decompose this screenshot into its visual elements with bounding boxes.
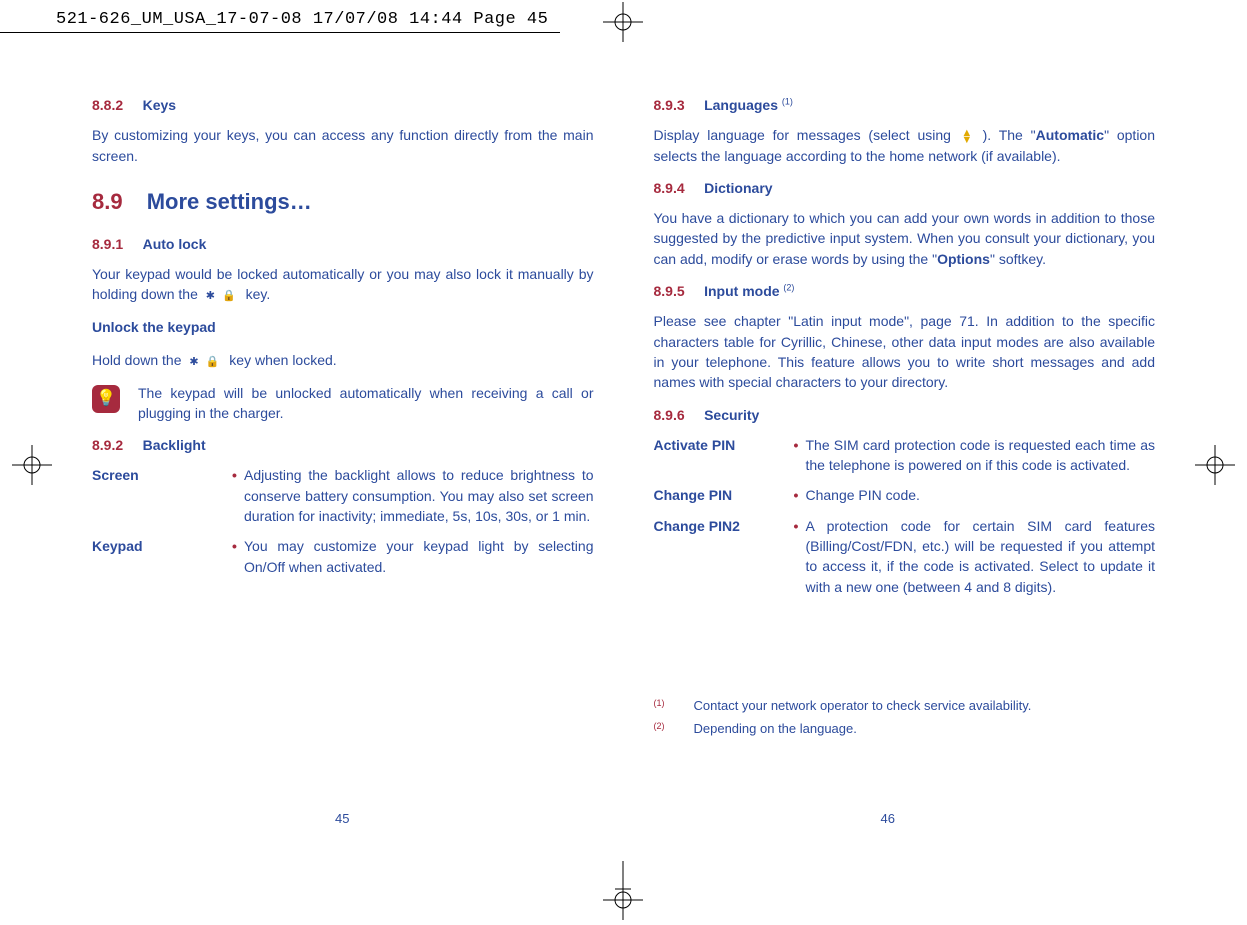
section-number: 8.9.1 [92,236,123,252]
para-unlock: Hold down the ✱ 🔒 key when locked. [92,350,594,371]
footnote-1: (1) Contact your network operator to che… [654,697,1156,716]
text-fragment: " softkey. [990,251,1046,267]
section-title: Security [704,407,759,423]
text-fragment: Display language for messages (select us… [654,127,959,143]
registration-mark-left [12,445,52,485]
page-number-right: 46 [881,811,895,826]
para-inputmode: Please see chapter "Latin input mode", p… [654,311,1156,392]
heading-8-9-4: 8.9.4 Dictionary [654,178,1156,198]
up-down-nav-icon: ▲▼ [961,130,973,144]
text-fragment: key when locked. [229,352,336,368]
section-number: 8.9.2 [92,437,123,453]
section-number: 8.9 [92,189,123,214]
right-column: 8.9.3 Languages (1) Display language for… [654,85,1156,862]
registration-mark-right [1195,445,1235,485]
def-desc: You may customize your keypad light by s… [232,536,594,577]
section-title: Auto lock [143,236,207,252]
heading-8-9: 8.9 More settings… [92,186,594,218]
registration-mark-top [603,2,643,42]
section-number: 8.9.3 [654,97,685,113]
print-header-rule [0,32,560,33]
note-text: The keypad will be unlocked automaticall… [138,383,594,424]
section-number: 8.9.5 [654,283,685,299]
section-number: 8.8.2 [92,97,123,113]
section-title: Input mode [704,283,783,299]
def-desc: Change PIN code. [794,485,1156,505]
section-title: Languages [704,97,782,113]
text-fragment: ). The " [983,127,1036,143]
footnote-ref: (2) [783,282,794,292]
def-keypad: Keypad You may customize your keypad lig… [92,536,594,577]
section-title: Backlight [143,437,206,453]
def-term: Activate PIN [654,435,794,476]
text-fragment: Your keypad would be locked automaticall… [92,266,594,302]
print-header: 521-626_UM_USA_17-07-08 17/07/08 14:44 P… [56,10,548,29]
emphasis-options: Options [937,251,990,267]
fold-crosshair-icon [615,861,631,917]
page-number-left: 45 [335,811,349,826]
two-column-layout: 8.8.2 Keys By customizing your keys, you… [92,85,1155,862]
def-activate-pin: Activate PIN The SIM card protection cod… [654,435,1156,476]
para-dictionary: You have a dictionary to which you can a… [654,208,1156,269]
text-fragment: key. [246,286,271,302]
para-keys: By customizing your keys, you can access… [92,125,594,166]
def-term: Change PIN [654,485,794,505]
def-term: Keypad [92,536,232,577]
note-row: 💡 The keypad will be unlocked automatica… [92,383,594,424]
def-change-pin: Change PIN Change PIN code. [654,485,1156,505]
footnote-text: Depending on the language. [694,720,857,739]
def-term: Change PIN2 [654,516,794,597]
def-screen: Screen Adjusting the backlight allows to… [92,465,594,526]
emphasis-automatic: Automatic [1036,127,1104,143]
footnote-ref: (1) [782,96,793,106]
heading-8-9-2: 8.9.2 Backlight [92,435,594,455]
footnote-text: Contact your network operator to check s… [694,697,1032,716]
footnote-mark: (2) [654,720,672,739]
star-lock-key-icon: ✱ 🔒 [202,289,242,305]
heading-8-9-3: 8.9.3 Languages (1) [654,95,1156,115]
def-desc: The SIM card protection code is requeste… [794,435,1156,476]
def-term: Screen [92,465,232,526]
text-fragment: You have a dictionary to which you can a… [654,210,1156,267]
heading-8-8-2: 8.8.2 Keys [92,95,594,115]
lightbulb-icon: 💡 [92,385,120,413]
left-column: 8.8.2 Keys By customizing your keys, you… [92,85,594,862]
para-autolock: Your keypad would be locked automaticall… [92,264,594,305]
para-languages: Display language for messages (select us… [654,125,1156,166]
star-lock-key-icon: ✱ 🔒 [185,355,225,371]
footnotes: (1) Contact your network operator to che… [654,697,1156,739]
text-fragment: Hold down the [92,352,185,368]
section-title: Dictionary [704,180,772,196]
heading-8-9-5: 8.9.5 Input mode (2) [654,281,1156,301]
subheading-unlock: Unlock the keypad [92,317,594,337]
section-number: 8.9.6 [654,407,685,423]
footnote-2: (2) Depending on the language. [654,720,1156,739]
section-title: More settings… [147,189,312,214]
heading-8-9-6: 8.9.6 Security [654,405,1156,425]
section-title: Keys [143,97,176,113]
footnote-mark: (1) [654,697,672,716]
heading-8-9-1: 8.9.1 Auto lock [92,234,594,254]
def-change-pin2: Change PIN2 A protection code for certai… [654,516,1156,597]
def-desc: A protection code for certain SIM card f… [794,516,1156,597]
def-desc: Adjusting the backlight allows to reduce… [232,465,594,526]
section-number: 8.9.4 [654,180,685,196]
